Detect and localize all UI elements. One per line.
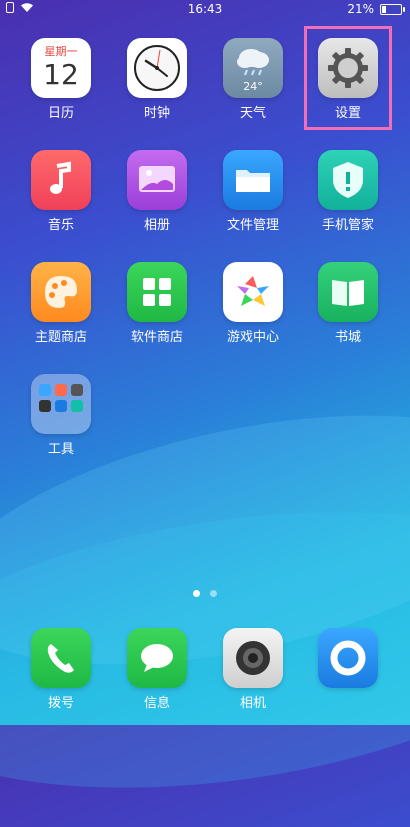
- folder-preview-icon: [31, 374, 91, 434]
- dock-phone[interactable]: 拨号: [14, 628, 108, 712]
- dock-messages[interactable]: 信息: [110, 628, 204, 712]
- app-label: 拨号: [47, 696, 74, 711]
- shield-icon: [318, 150, 378, 210]
- app-label: 游戏中心: [226, 330, 279, 345]
- battery-icon: [380, 3, 405, 15]
- folder-tools[interactable]: 工具: [14, 374, 108, 458]
- app-theme-store[interactable]: 主题商店: [14, 262, 108, 346]
- grid-apps-icon: [127, 262, 187, 322]
- app-label: 相机: [239, 696, 266, 711]
- app-label: 相册: [143, 218, 170, 233]
- book-icon: [318, 262, 378, 322]
- app-label: 文件管理: [226, 218, 279, 233]
- app-calendar[interactable]: 星期一 12 日历: [14, 38, 108, 122]
- calendar-icon: 星期一 12: [31, 38, 91, 98]
- app-files[interactable]: 文件管理: [206, 150, 300, 234]
- settings-highlight-box: [304, 26, 392, 130]
- battery-percent: 21%: [347, 2, 374, 16]
- game-star-icon: [223, 262, 283, 322]
- app-label: 时钟: [143, 106, 170, 121]
- music-note-icon: [31, 150, 91, 210]
- app-label: 日历: [47, 106, 74, 121]
- page-dot-active[interactable]: [193, 590, 200, 597]
- app-weather[interactable]: 24° 天气: [206, 38, 300, 122]
- app-album[interactable]: 相册: [110, 150, 204, 234]
- page-dot[interactable]: [210, 590, 217, 597]
- browser-ring-icon: [318, 628, 378, 688]
- app-music[interactable]: 音乐: [14, 150, 108, 234]
- dock-browser[interactable]: [301, 628, 395, 696]
- app-label: 音乐: [47, 218, 74, 233]
- status-bar: 16:43 21%: [0, 0, 410, 18]
- app-phone-manager[interactable]: 手机管家: [301, 150, 395, 234]
- clock-icon: [127, 38, 187, 98]
- app-label: 信息: [143, 696, 170, 711]
- app-label: 软件商店: [130, 330, 183, 345]
- app-label: 主题商店: [34, 330, 87, 345]
- dock-camera[interactable]: 相机: [206, 628, 300, 712]
- weather-temp: 24°: [243, 80, 263, 93]
- calendar-weekday: 星期一: [44, 45, 78, 58]
- calendar-day: 12: [43, 58, 79, 91]
- app-label: 手机管家: [321, 218, 374, 233]
- album-photo-icon: [127, 150, 187, 210]
- camera-aperture-icon: [223, 628, 283, 688]
- message-bubble-icon: [127, 628, 187, 688]
- app-clock[interactable]: 时钟: [110, 38, 204, 122]
- app-bookstore[interactable]: 书城: [301, 262, 395, 346]
- page-indicator[interactable]: [0, 590, 410, 597]
- folder-icon: [223, 150, 283, 210]
- app-label: 工具: [47, 442, 74, 457]
- app-game-center[interactable]: 游戏中心: [206, 262, 300, 346]
- phone-handset-icon: [31, 628, 91, 688]
- app-software-store[interactable]: 软件商店: [110, 262, 204, 346]
- app-label: 书城: [334, 330, 361, 345]
- palette-icon: [31, 262, 91, 322]
- weather-icon: 24°: [223, 38, 283, 98]
- app-label: 天气: [239, 106, 266, 121]
